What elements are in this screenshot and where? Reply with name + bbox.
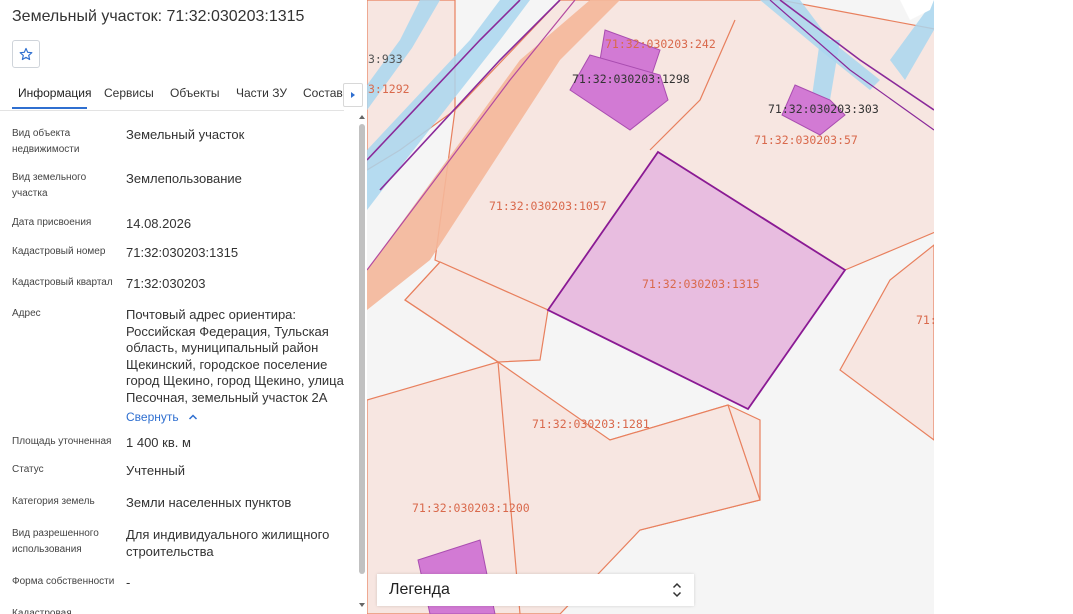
parcel-label: 71:32:030203:57 bbox=[754, 133, 858, 147]
tab-services[interactable]: Сервисы bbox=[104, 86, 154, 100]
attribute-value: - bbox=[126, 607, 348, 614]
attribute-value: Для индивидуального жилищного строительс… bbox=[126, 527, 330, 559]
attribute-value: - bbox=[126, 575, 131, 590]
tabs-scroll-button[interactable] bbox=[343, 83, 363, 107]
parcel-label: 71:32:030203:1298 bbox=[572, 72, 690, 86]
selected-parcel-label: 71:32:030203:1315 bbox=[642, 277, 760, 291]
attribute-label: Вид земельного участка bbox=[12, 172, 87, 199]
tab-bar: Информация Сервисы Объекты Части ЗУ Сост… bbox=[0, 80, 344, 111]
collapse-link[interactable]: Свернуть bbox=[126, 408, 198, 426]
attribute-label: Кадастровый номер bbox=[12, 246, 106, 257]
parcel-label: 71:32:030203:242 bbox=[605, 37, 716, 51]
attribute-value: Учтенный bbox=[126, 463, 186, 478]
scroll-up-icon bbox=[359, 115, 365, 119]
attribute-label: Статус bbox=[12, 464, 44, 475]
chevron-up-icon bbox=[189, 414, 198, 420]
star-icon bbox=[19, 47, 33, 61]
caret-right-icon bbox=[351, 92, 355, 98]
attribute-label: Площадь уточненная bbox=[12, 436, 112, 447]
attribute-value: 1 400 кв. м bbox=[126, 435, 191, 450]
parcel-label: 71:32:030203:1057 bbox=[489, 199, 607, 213]
parcel-label: 71: bbox=[916, 313, 934, 327]
attribute-value: Земли населенных пунктов bbox=[126, 495, 292, 510]
parcel-label: 71:32:030203:303 bbox=[768, 102, 879, 116]
attributes-list: Вид объекта недвижимости Земельный участ… bbox=[0, 112, 356, 614]
parcel-label: 71:32:030203:1200 bbox=[412, 501, 530, 515]
attribute-label: Вид объекта недвижимости bbox=[12, 128, 80, 155]
attribute-label: Вид разрешенного использования bbox=[12, 528, 99, 555]
attribute-label: Категория земель bbox=[12, 496, 95, 507]
attribute-value: Землепользование bbox=[126, 171, 242, 186]
scroll-down-icon bbox=[359, 603, 365, 607]
attribute-label: Форма собственности bbox=[12, 576, 115, 587]
page-title: Земельный участок: 71:32:030203:1315 bbox=[12, 8, 305, 25]
map-canvas: 3:933 3:1292 71:32:030203:242 71:32:0302… bbox=[367, 0, 934, 614]
attribute-value: 14.08.2026 bbox=[126, 216, 192, 231]
attribute-value: 71:32:030203 bbox=[126, 276, 206, 291]
parcel-label: 3:1292 bbox=[368, 82, 410, 96]
address-value: Почтовый адрес ориентира: Российская Фед… bbox=[126, 307, 344, 405]
map-view[interactable]: 3:933 3:1292 71:32:030203:242 71:32:0302… bbox=[367, 0, 934, 614]
parcel-label: 71:32:030203:1281 bbox=[532, 417, 650, 431]
attribute-label: Адрес bbox=[12, 308, 41, 319]
tab-info[interactable]: Информация bbox=[18, 86, 91, 100]
info-panel: Земельный участок: 71:32:030203:1315 Инф… bbox=[0, 0, 367, 614]
empty-area bbox=[934, 0, 1073, 614]
legend-panel[interactable]: Легенда bbox=[377, 574, 694, 606]
favorite-button[interactable] bbox=[12, 40, 40, 68]
panel-scrollbar[interactable] bbox=[357, 112, 366, 612]
collapse-label: Свернуть bbox=[126, 410, 179, 424]
attribute-value: 71:32:030203:1315 bbox=[126, 245, 239, 260]
attribute-label: Дата присвоения bbox=[12, 217, 92, 228]
tab-objects[interactable]: Объекты bbox=[170, 86, 220, 100]
tab-parts[interactable]: Части ЗУ bbox=[236, 86, 287, 100]
tab-composition[interactable]: Состав bbox=[303, 86, 343, 100]
scroll-thumb[interactable] bbox=[359, 124, 365, 574]
attribute-label: Кадастровая bbox=[12, 608, 72, 614]
attribute-label: Кадастровый квартал bbox=[12, 277, 113, 288]
legend-label: Легенда bbox=[389, 581, 450, 598]
expand-collapse-icon[interactable] bbox=[672, 580, 682, 600]
parcel-label: 3:933 bbox=[368, 52, 403, 66]
active-tab-indicator bbox=[12, 107, 87, 109]
attribute-value: Земельный участок bbox=[126, 127, 245, 142]
